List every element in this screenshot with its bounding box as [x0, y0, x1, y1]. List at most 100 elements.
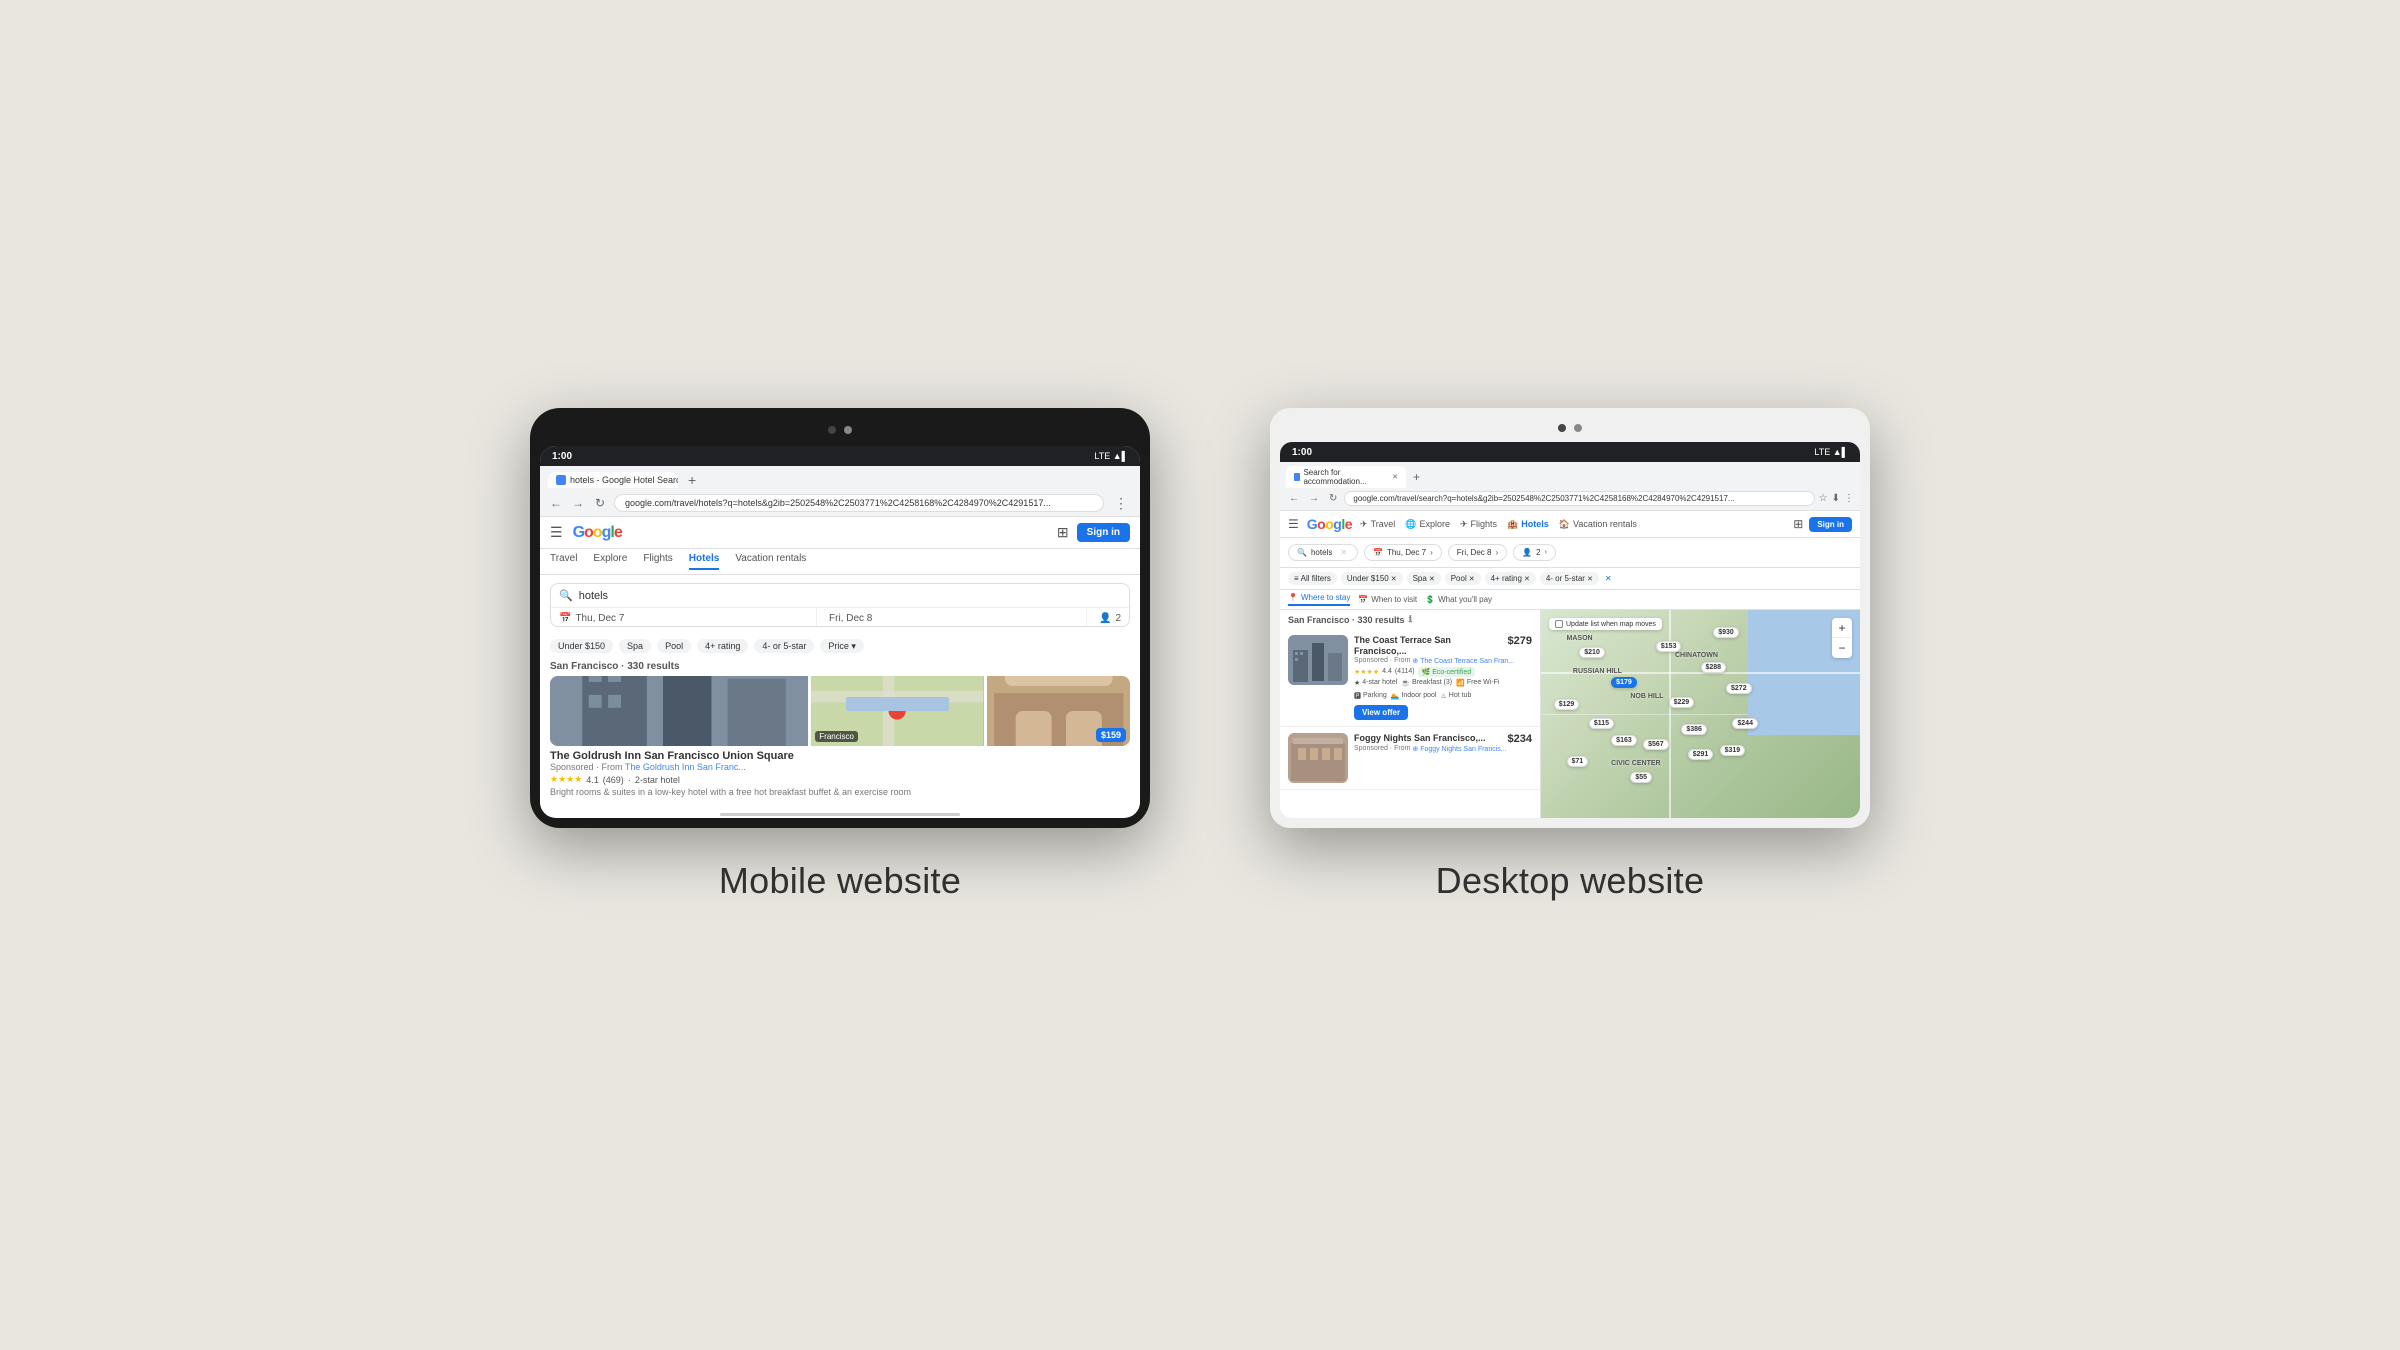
menu-button[interactable]: ⋮ — [1110, 495, 1132, 512]
nav-explore[interactable]: Explore — [593, 553, 627, 570]
map-pin-10[interactable]: $291 — [1688, 749, 1714, 760]
forward-button[interactable]: → — [570, 495, 586, 511]
map-pin-9[interactable]: $55 — [1630, 772, 1652, 783]
chrome-tabs-mobile: hotels - Google Hotel Search ✕ + — [548, 470, 1132, 490]
desktop-checkout-pill[interactable]: Fri, Dec 8 › — [1448, 544, 1507, 561]
map-pin-1[interactable]: $210 — [1579, 647, 1605, 658]
zoom-in-button[interactable]: + — [1832, 618, 1852, 638]
desktop-more-icon[interactable]: ⋮ — [1844, 493, 1854, 504]
map-pin-15[interactable]: $386 — [1681, 724, 1707, 735]
guests-field[interactable]: 👤 2 — [1091, 608, 1129, 627]
map-pin-3[interactable]: $153 — [1656, 641, 1682, 652]
checkin-field[interactable]: 📅 Thu, Dec 7 — [551, 608, 817, 627]
filter-chip-5[interactable]: Price ▾ — [820, 639, 864, 653]
tab-when-to-visit[interactable]: 📅 When to visit — [1358, 593, 1417, 606]
nav-vacation[interactable]: Vacation rentals — [735, 553, 806, 570]
desktop-nav-hotels[interactable]: 🏨 Hotels — [1507, 517, 1549, 532]
desktop-filter-rating[interactable]: 4+ rating ✕ — [1485, 572, 1536, 585]
desktop-map-area: Update list when map moves MASON RUSSIAN… — [1541, 610, 1860, 818]
nav-flights[interactable]: Flights — [643, 553, 672, 570]
map-pin-17[interactable]: $319 — [1720, 745, 1746, 756]
hamburger-icon[interactable]: ☰ — [550, 524, 563, 541]
map-pin-12[interactable]: $163 — [1611, 735, 1637, 746]
desktop-google-header: ☰ Google ✈ Travel 🌐 — [1280, 511, 1860, 538]
signin-button[interactable]: Sign in — [1077, 523, 1130, 542]
desktop-hamburger[interactable]: ☰ — [1288, 517, 1299, 531]
desktop-filter-all[interactable]: ≡ All filters — [1288, 572, 1337, 585]
address-bar[interactable]: google.com/travel/hotels?q=hotels&g2ib=2… — [614, 494, 1104, 512]
desktop-refresh-btn[interactable]: ↻ — [1326, 492, 1340, 505]
desktop-checkin-pill[interactable]: 📅 Thu, Dec 7 › — [1364, 544, 1442, 561]
desktop-nav-flights[interactable]: ✈ Flights — [1460, 517, 1497, 532]
download-icon[interactable]: ⬇ — [1832, 493, 1840, 504]
mobile-device-wrapper: 1:00 LTE ▲▌ hotels - Google Hotel Search… — [530, 408, 1150, 902]
tab-what-youll-pay[interactable]: 💲 What you'll pay — [1425, 593, 1492, 606]
view-offer-button[interactable]: View offer — [1354, 705, 1408, 720]
filter-chip-0[interactable]: Under $150 — [550, 639, 613, 653]
desktop-forward-btn[interactable]: → — [1306, 492, 1322, 505]
filter-chip-1[interactable]: Spa — [619, 639, 651, 653]
search-input-row[interactable]: 🔍 hotels — [551, 584, 1129, 608]
desktop-android-status-bar: 1:00 LTE ▲▌ — [1280, 442, 1860, 462]
desktop-filter-stars[interactable]: 4- or 5-star ✕ — [1540, 572, 1599, 585]
zoom-out-button[interactable]: − — [1832, 638, 1852, 658]
map-pin-6[interactable]: $229 — [1669, 697, 1695, 708]
desktop-travel-nav: ✈ Travel 🌐 Explore ✈ Flights — [1360, 517, 1785, 532]
nav-travel[interactable]: Travel — [550, 553, 577, 570]
chrome-tab-active[interactable]: hotels - Google Hotel Search ✕ — [548, 472, 678, 488]
map-pin-8[interactable]: $71 — [1567, 756, 1589, 767]
desktop-filter-spa[interactable]: Spa ✕ — [1407, 572, 1441, 585]
desktop-apps-icon[interactable]: ⊞ — [1793, 517, 1803, 531]
desktop-filter-price[interactable]: Under $150 ✕ — [1341, 572, 1403, 585]
map-pin-11[interactable]: $244 — [1732, 718, 1758, 729]
back-button[interactable]: ← — [548, 495, 564, 511]
map-pin-7[interactable]: $272 — [1726, 683, 1752, 694]
map-pin-13[interactable]: $129 — [1554, 699, 1580, 710]
search-clear-icon[interactable]: ✕ — [1340, 548, 1347, 557]
checkbox-icon — [1555, 620, 1563, 628]
filter-more-icon[interactable]: ✕ — [1605, 574, 1612, 583]
update-map-checkbox[interactable]: Update list when map moves — [1549, 618, 1662, 630]
desktop-signin-button[interactable]: Sign in — [1809, 517, 1852, 532]
tab-where-to-stay[interactable]: 📍 Where to stay — [1288, 593, 1350, 606]
desktop-search-input[interactable]: 🔍 hotels ✕ — [1288, 544, 1358, 561]
desktop-tab-close[interactable]: ✕ — [1392, 473, 1398, 481]
desktop-back-btn[interactable]: ← — [1286, 492, 1302, 505]
desktop-address-bar[interactable]: google.com/travel/search?q=hotels&g2ib=2… — [1344, 491, 1814, 506]
hotel-images: Francisco Francisco — [550, 676, 1130, 746]
hotel-description: Bright rooms & suites in a low-key hotel… — [550, 787, 1130, 799]
map-pin-14[interactable]: $930 — [1713, 627, 1739, 638]
apps-icon[interactable]: ⊞ — [1057, 524, 1069, 541]
map-pin-5[interactable]: $115 — [1589, 718, 1614, 729]
checkout-field[interactable]: Fri, Dec 8 — [821, 608, 1087, 627]
desktop-tab-active[interactable]: Search for accommodation... ✕ — [1286, 466, 1406, 488]
desktop-new-tab-btn[interactable]: + — [1409, 469, 1424, 485]
desktop-screen: 1:00 LTE ▲▌ Search for accommodation... … — [1280, 442, 1860, 818]
desktop-chrome-bar: Search for accommodation... ✕ + ← → ↻ go… — [1280, 462, 1860, 511]
bookmark-icon[interactable]: ☆ — [1819, 493, 1828, 504]
new-tab-button[interactable]: + — [682, 470, 702, 490]
filters-row-mobile: Under $150 Spa Pool 4+ rating — [540, 635, 1140, 657]
results-heading-mobile: San Francisco · 330 results — [540, 657, 1140, 676]
map-pin-4[interactable]: $288 — [1701, 662, 1727, 673]
filter-chip-4[interactable]: 4- or 5-star — [754, 639, 814, 653]
indicator-dot-left-d — [1558, 424, 1566, 432]
eco-badge: 🌿 Eco-certified — [1418, 667, 1476, 677]
desktop-tablet: 1:00 LTE ▲▌ Search for accommodation... … — [1270, 408, 1870, 828]
desktop-guests-pill[interactable]: 👤 2 › — [1513, 544, 1556, 561]
filter-label: Pool — [665, 641, 683, 651]
amenity-breakfast: ☕ Breakfast (3) — [1401, 679, 1452, 687]
nav-hotels[interactable]: Hotels — [689, 553, 720, 570]
hotel-rating-row: ★★★★ 4.1 (469) · 2-star hotel — [550, 774, 1130, 785]
desktop-nav-travel[interactable]: ✈ Travel — [1360, 517, 1395, 532]
tablet-top-bar — [540, 418, 1140, 442]
desktop-nav-explore[interactable]: 🌐 Explore — [1405, 517, 1450, 532]
map-pin-2[interactable]: $179 — [1611, 677, 1637, 688]
filter-chip-3[interactable]: 4+ rating — [697, 639, 748, 653]
filter-chip-2[interactable]: Pool — [657, 639, 691, 653]
scroll-indicator — [720, 813, 960, 816]
refresh-button[interactable]: ↻ — [592, 495, 608, 511]
desktop-nav-vacation[interactable]: 🏠 Vacation rentals — [1559, 517, 1637, 532]
desktop-filter-pool[interactable]: Pool ✕ — [1445, 572, 1481, 585]
map-pin-16[interactable]: $567 — [1643, 739, 1669, 750]
